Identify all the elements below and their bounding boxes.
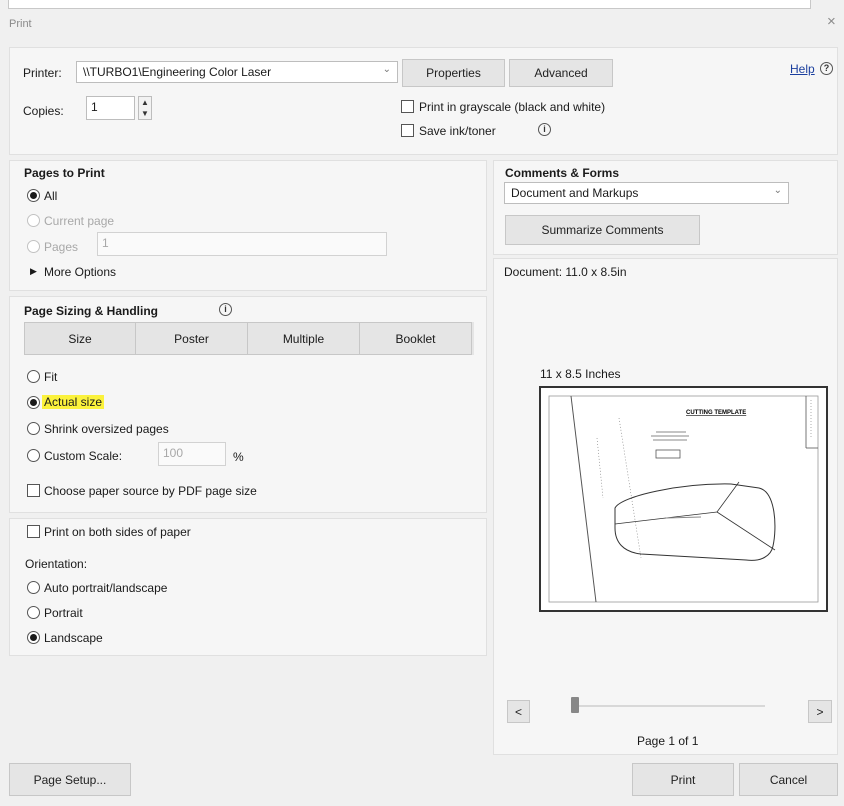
- more-options-toggle[interactable]: More Options: [44, 265, 116, 279]
- grayscale-checkbox[interactable]: [401, 100, 414, 113]
- copies-label: Copies:: [23, 104, 64, 118]
- cancel-button[interactable]: Cancel: [739, 763, 838, 796]
- cutting-template-drawing: CUTTING TEMPLATE: [548, 395, 819, 603]
- expand-arrow-icon[interactable]: ▶: [30, 266, 37, 277]
- prev-page-button[interactable]: <: [507, 700, 530, 723]
- page-counter: Page 1 of 1: [637, 734, 699, 748]
- current-page-label: Current page: [44, 214, 115, 228]
- orientation-label: Orientation:: [25, 557, 88, 571]
- paper-source-label: Choose paper source by PDF page size: [44, 484, 257, 498]
- save-ink-label: Save ink/toner: [419, 124, 496, 138]
- background-window-edge: [8, 0, 811, 9]
- pages-to-print-heading: Pages to Print: [24, 166, 105, 180]
- sizing-mode-tabs: Size Poster Multiple Booklet: [24, 322, 474, 355]
- both-sides-checkbox[interactable]: [27, 525, 40, 538]
- fit-radio[interactable]: [27, 370, 40, 383]
- fit-label: Fit: [44, 370, 58, 384]
- custom-scale-label: Custom Scale:: [44, 449, 123, 463]
- both-sides-label: Print on both sides of paper: [44, 525, 191, 539]
- chevron-down-icon: ⌄: [773, 185, 782, 196]
- comments-select[interactable]: Document and Markups ⌄: [504, 182, 789, 204]
- copies-spinner[interactable]: ▲ ▼: [138, 96, 152, 120]
- portrait-label: Portrait: [44, 606, 83, 620]
- advanced-button[interactable]: Advanced: [509, 59, 613, 87]
- summarize-comments-button[interactable]: Summarize Comments: [505, 215, 700, 245]
- tab-poster[interactable]: Poster: [135, 322, 248, 355]
- chevron-down-icon: ⌄: [382, 64, 391, 75]
- close-icon[interactable]: ×: [827, 14, 836, 30]
- current-page-radio[interactable]: [27, 214, 40, 227]
- page-preview: CUTTING TEMPLATE: [539, 386, 828, 612]
- printer-select[interactable]: \\TURBO1\Engineering Color Laser ⌄: [76, 61, 398, 83]
- tab-multiple[interactable]: Multiple: [247, 322, 360, 355]
- printer-value: \\TURBO1\Engineering Color Laser: [83, 65, 272, 79]
- auto-orientation-label: Auto portrait/landscape: [44, 581, 168, 595]
- save-ink-checkbox[interactable]: [401, 124, 414, 137]
- percent-label: %: [233, 450, 244, 464]
- window-title: Print: [9, 18, 32, 30]
- comments-heading: Comments & Forms: [505, 166, 620, 180]
- landscape-label: Landscape: [44, 631, 103, 645]
- page-slider-thumb[interactable]: [571, 697, 579, 713]
- copies-input[interactable]: 1: [86, 96, 135, 120]
- actual-size-radio[interactable]: [27, 396, 40, 409]
- next-page-button[interactable]: >: [808, 700, 832, 723]
- portrait-radio[interactable]: [27, 606, 40, 619]
- print-button[interactable]: Print: [632, 763, 734, 796]
- landscape-radio[interactable]: [27, 631, 40, 644]
- sizing-info-icon[interactable]: i: [219, 303, 232, 316]
- page-setup-button[interactable]: Page Setup...: [9, 763, 131, 796]
- auto-orientation-radio[interactable]: [27, 581, 40, 594]
- all-pages-radio[interactable]: [27, 189, 40, 202]
- spin-down-icon[interactable]: ▼: [139, 108, 151, 119]
- save-ink-info-icon[interactable]: i: [538, 123, 551, 136]
- help-link[interactable]: Help: [790, 62, 815, 76]
- document-size-label: Document: 11.0 x 8.5in: [504, 265, 627, 279]
- custom-scale-input[interactable]: 100: [158, 442, 226, 466]
- pages-label: Pages: [44, 240, 79, 254]
- actual-size-label: Actual size: [42, 395, 105, 409]
- page-sizing-heading: Page Sizing & Handling: [24, 304, 159, 318]
- pages-range-input[interactable]: 1: [97, 232, 387, 256]
- all-pages-label: All: [44, 189, 58, 203]
- tab-size[interactable]: Size: [24, 322, 136, 355]
- properties-button[interactable]: Properties: [402, 59, 505, 87]
- help-question-icon[interactable]: ?: [820, 62, 833, 75]
- page-dimensions-label: 11 x 8.5 Inches: [540, 367, 621, 381]
- grayscale-label: Print in grayscale (black and white): [419, 100, 606, 114]
- printer-label: Printer:: [23, 66, 62, 80]
- shrink-radio[interactable]: [27, 422, 40, 435]
- template-title: CUTTING TEMPLATE: [686, 410, 746, 416]
- comments-value: Document and Markups: [511, 186, 639, 200]
- spin-up-icon[interactable]: ▲: [139, 97, 151, 108]
- paper-source-checkbox[interactable]: [27, 484, 40, 497]
- page-slider-track[interactable]: [575, 705, 765, 707]
- pages-radio[interactable]: [27, 240, 40, 253]
- tab-booklet[interactable]: Booklet: [359, 322, 472, 355]
- custom-scale-radio[interactable]: [27, 449, 40, 462]
- shrink-label: Shrink oversized pages: [44, 422, 169, 436]
